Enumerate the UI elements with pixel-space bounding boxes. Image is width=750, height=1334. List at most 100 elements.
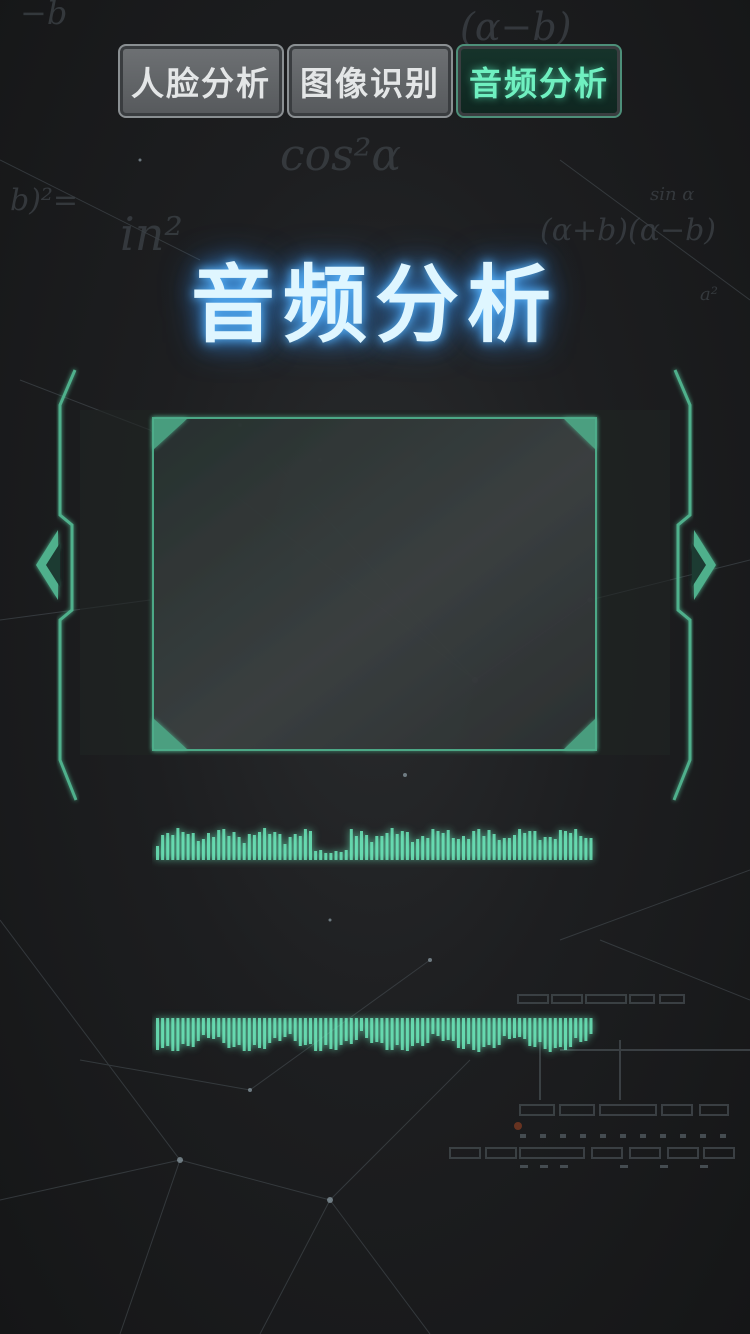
waveform-bar [441, 833, 445, 860]
waveform-bar [212, 1018, 216, 1039]
waveform-bar [421, 1018, 425, 1046]
waveform-bar [477, 1018, 481, 1052]
waveform-bar [533, 831, 537, 860]
waveform-bar [502, 838, 506, 860]
waveform-bar [242, 1018, 246, 1051]
waveform-bar [528, 831, 532, 860]
tab-image-recognition[interactable]: 图像识别 [287, 44, 453, 118]
svg-text:−b: −b [20, 0, 67, 32]
chevron-right-icon [692, 530, 716, 600]
waveform-bar [589, 1018, 593, 1034]
waveform-bar [283, 1018, 287, 1037]
waveform-bar [303, 1018, 307, 1045]
waveform-bar [558, 830, 562, 860]
waveform-bar [574, 1018, 578, 1038]
waveform-bar [191, 833, 195, 860]
waveform-bar [354, 1018, 358, 1040]
audio-waveform-bottom [156, 1018, 593, 1052]
tab-audio-analysis[interactable]: 音频分析 [456, 44, 622, 118]
waveform-bar [543, 837, 547, 860]
waveform-bar [176, 828, 180, 860]
waveform-bar [385, 833, 389, 860]
waveform-bar [528, 1018, 532, 1046]
waveform-bar [548, 837, 552, 860]
waveform-bar [385, 1018, 389, 1050]
waveform-bar [324, 1018, 328, 1045]
waveform-bar [186, 1018, 190, 1046]
waveform-bar [467, 839, 471, 860]
waveform-bar [201, 1018, 205, 1035]
waveform-bar [518, 829, 522, 860]
waveform-bar [426, 1018, 430, 1043]
waveform-bar [334, 851, 338, 860]
waveform-bar [405, 832, 409, 860]
waveform-bar [462, 836, 465, 860]
waveform-bar [482, 836, 486, 860]
waveform-bar [487, 1018, 491, 1045]
waveform-bar [411, 1018, 414, 1046]
waveform-bar [273, 832, 277, 860]
waveform-bar [252, 1018, 256, 1045]
waveform-bar [207, 833, 210, 860]
waveform-bar [360, 1018, 363, 1031]
waveform-bar [339, 1018, 343, 1045]
waveform-bar [400, 1018, 404, 1050]
waveform-bar [477, 829, 481, 860]
waveform-bar [334, 1018, 338, 1050]
waveform-bar [298, 836, 302, 860]
waveform-bar [365, 1018, 369, 1038]
waveform-bar [278, 1018, 282, 1041]
audio-display-area[interactable] [153, 418, 596, 750]
waveform-bar [324, 853, 328, 860]
tab-bar: 人脸分析 图像识别 音频分析 [118, 44, 622, 118]
waveform-bar [370, 1018, 374, 1043]
waveform-bar [181, 832, 185, 860]
waveform-bar [166, 833, 170, 860]
waveform-bar [395, 1018, 399, 1045]
waveform-bar [553, 1018, 557, 1048]
waveform-bar [227, 836, 231, 860]
page-title: 音频分析 [190, 256, 559, 354]
waveform-bar [375, 836, 379, 860]
waveform-bar [482, 1018, 486, 1047]
waveform-bar [171, 1018, 175, 1051]
waveform-bar [258, 1018, 261, 1048]
waveform-bar [252, 835, 256, 860]
waveform-bar [380, 1018, 384, 1043]
waveform-bar [354, 836, 358, 860]
waveform-bar [247, 1018, 251, 1051]
waveform-bar [456, 1018, 460, 1048]
waveform-bar [263, 1018, 267, 1049]
waveform-bar [303, 829, 307, 860]
waveform-bar [584, 1018, 588, 1041]
waveform-bar [569, 1018, 573, 1047]
waveform-bar [451, 838, 455, 860]
waveform-bar [426, 838, 430, 860]
waveform-bar [227, 1018, 231, 1048]
waveform-bar [237, 837, 241, 860]
waveform-bar [564, 1018, 567, 1050]
waveform-bar [181, 1018, 185, 1044]
waveform-bar [502, 1018, 506, 1036]
waveform-bar [186, 834, 190, 860]
waveform-bar [579, 836, 583, 860]
waveform-bar [207, 1018, 210, 1038]
waveform-bar [380, 836, 384, 860]
waveform-bar [472, 1018, 476, 1050]
waveform-bar [222, 1018, 226, 1043]
waveform-bar [329, 853, 333, 860]
waveform-bar [584, 838, 588, 860]
waveform-bar [370, 842, 374, 860]
waveform-bar [456, 839, 460, 860]
waveform-bar [487, 830, 491, 860]
waveform-bar [416, 839, 420, 860]
audio-waveform-top [156, 828, 593, 860]
waveform-bar [558, 1018, 562, 1047]
waveform-bar [497, 1018, 501, 1045]
waveform-bar [467, 1018, 471, 1044]
waveform-bar [492, 834, 496, 860]
waveform-bar [278, 834, 282, 860]
tab-face-analysis[interactable]: 人脸分析 [118, 44, 284, 118]
waveform-bar [293, 834, 297, 860]
waveform-bar [441, 1018, 445, 1041]
